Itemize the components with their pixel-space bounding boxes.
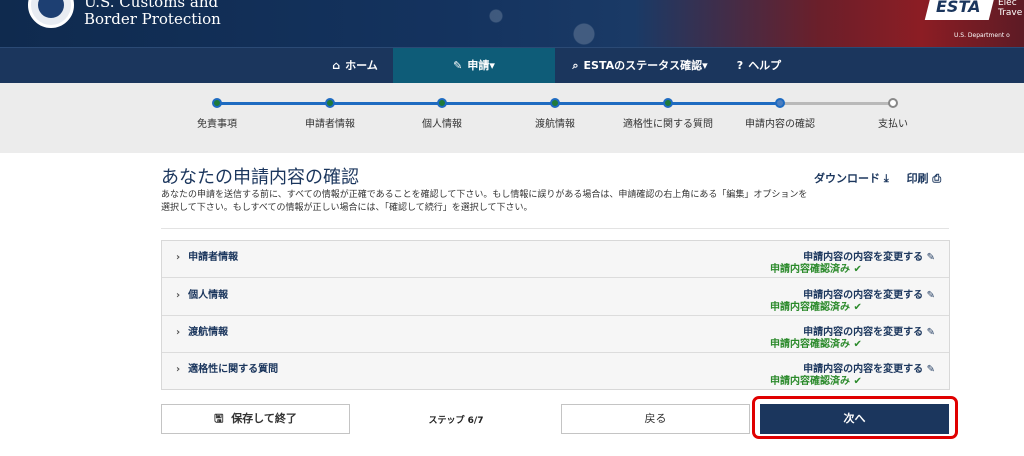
chevron-right-icon: › (176, 327, 181, 338)
step-label-payment: 支払い (878, 119, 908, 130)
step-label-eligibility: 適格性に関する質問 (623, 119, 713, 130)
page-title: あなたの申請内容の確認 (161, 167, 359, 188)
nav-home-label: ホーム (345, 59, 378, 72)
section-personal[interactable]: › 個人情報 申請内容の内容を変更する ✎ 申請内容確認済み ✔ (162, 279, 949, 316)
verified-status: 申請内容確認済み ✔ (770, 335, 862, 350)
page-description: あなたの申請を送信する前に、すべての情報が正確であることを確認して下さい。もし情… (161, 189, 821, 215)
pencil-icon: ✎ (926, 327, 935, 338)
review-sections: › 申請者情報 申請内容の内容を変更する ✎ 申請内容確認済み ✔ › 個人情報 申… (161, 240, 950, 390)
verified-status: 申請内容確認済み ✔ (770, 298, 862, 313)
home-icon: ⌂ (332, 59, 341, 72)
esta-dept-text: U.S. Department o (954, 32, 1010, 39)
step-label-personal: 個人情報 (422, 119, 462, 130)
dhs-seal-logo[interactable] (28, 0, 74, 28)
nav-help[interactable]: ? ヘルプ (726, 48, 792, 83)
step-dot-disclaimer (212, 98, 222, 108)
verified-status-label: 申請内容確認済み (770, 302, 850, 313)
back-label: 戻る (644, 412, 667, 425)
section-title: › 個人情報 (176, 286, 228, 301)
pencil-icon: ✎ (926, 290, 935, 301)
page-description-line2: 選択して下さい。もしすべての情報が正しい場合には、「確認して続行」を選択して下さ… (161, 203, 533, 213)
progress-track-complete (217, 102, 780, 105)
esta-logo-text: ESTA (936, 0, 981, 16)
agency-name-line2: Border Protection (84, 10, 221, 28)
download-link[interactable]: ダウンロード ⤓ (814, 172, 889, 185)
nav-help-label: ヘルプ (748, 59, 782, 72)
step-label-applicant: 申請者情報 (305, 119, 355, 130)
pencil-icon: ✎ (926, 252, 935, 263)
download-label: ダウンロード (814, 172, 880, 185)
step-label-disclaimer: 免責事項 (197, 119, 237, 130)
main-nav: ⌂ ホーム ✎ 申請▾ ⌕ ESTAのステータス確認▾ ? ヘルプ (0, 47, 1024, 83)
page-description-line1: あなたの申請を送信する前に、すべての情報が正確であることを確認して下さい。もし情… (161, 190, 808, 200)
step-dot-travel (550, 98, 560, 108)
check-icon: ✔ (853, 302, 862, 313)
chevron-right-icon: › (176, 290, 181, 301)
chevron-right-icon: › (176, 364, 181, 375)
save-and-exit-label: 保存して終了 (231, 412, 297, 425)
verified-status: 申請内容確認済み ✔ (770, 372, 862, 387)
progress-tracker: 免責事項 申請者情報 個人情報 渡航情報 適格性に関する質問 申請内容の確認 支… (0, 83, 1024, 153)
header-banner: U.S. Customs and Border Protection ESTA … (0, 0, 1024, 47)
section-title: › 適格性に関する質問 (176, 360, 278, 375)
pencil-icon: ✎ (926, 364, 935, 375)
nav-status-label: ESTAのステータス確認 (583, 59, 703, 72)
help-circle-icon: ? (736, 59, 744, 72)
section-title-label: 個人情報 (188, 290, 229, 301)
step-dot-review (775, 98, 785, 108)
nav-home[interactable]: ⌂ ホーム (318, 48, 392, 83)
check-icon: ✔ (853, 339, 862, 350)
section-title-label: 申請者情報 (188, 252, 239, 263)
step-label-travel: 渡航情報 (535, 119, 575, 130)
progress-track-remaining (780, 102, 893, 105)
nav-apply-label: 申請 (467, 59, 490, 72)
step-dot-applicant (325, 98, 335, 108)
step-dot-personal (437, 98, 447, 108)
print-label: 印刷 (906, 172, 929, 185)
chevron-down-icon: ▾ (702, 59, 708, 72)
step-counter: ステップ 6/7 (428, 416, 484, 426)
next-label: 次へ (843, 412, 866, 425)
printer-icon: ⎙ (932, 172, 942, 185)
nav-apply[interactable]: ✎ 申請▾ (393, 48, 555, 83)
section-travel[interactable]: › 渡航情報 申請内容の内容を変更する ✎ 申請内容確認済み ✔ (162, 316, 949, 353)
step-dot-eligibility (663, 98, 673, 108)
section-title: › 渡航情報 (176, 323, 228, 338)
verified-status: 申請内容確認済み ✔ (770, 260, 862, 275)
esta-logo-side-line1: Elec (998, 0, 1017, 8)
chevron-right-icon: › (176, 252, 181, 263)
download-icon: ⤓ (883, 172, 889, 185)
flag-decoration (430, 0, 650, 47)
section-applicant[interactable]: › 申請者情報 申請内容の内容を変更する ✎ 申請内容確認済み ✔ (162, 241, 949, 278)
floppy-disk-icon: 🖫 (214, 412, 224, 425)
section-title-label: 適格性に関する質問 (188, 364, 279, 375)
esta-logo-side-line2: Trave (998, 8, 1023, 18)
esta-logo[interactable]: ESTA Elec Trave U.S. Department o (924, 0, 1024, 39)
verified-status-label: 申請内容確認済み (770, 339, 850, 350)
section-eligibility[interactable]: › 適格性に関する質問 申請内容の内容を変更する ✎ 申請内容確認済み ✔ (162, 353, 949, 390)
agency-name[interactable]: U.S. Customs and Border Protection (84, 0, 221, 28)
search-icon: ⌕ (572, 59, 579, 72)
back-button[interactable]: 戻る (561, 404, 750, 434)
verified-status-label: 申請内容確認済み (770, 264, 850, 275)
verified-status-label: 申請内容確認済み (770, 376, 850, 387)
page-tools: ダウンロード ⤓ 印刷 ⎙ (814, 170, 955, 186)
check-icon: ✔ (853, 264, 862, 275)
section-title: › 申請者情報 (176, 248, 238, 263)
step-label-review: 申請内容の確認 (745, 119, 815, 130)
save-and-exit-button[interactable]: 🖫 保存して終了 (161, 404, 350, 434)
section-title-label: 渡航情報 (188, 327, 229, 338)
print-link[interactable]: 印刷 ⎙ (907, 172, 942, 185)
nav-status[interactable]: ⌕ ESTAのステータス確認▾ (565, 48, 715, 83)
divider (161, 228, 949, 229)
check-icon: ✔ (853, 376, 862, 387)
chevron-down-icon: ▾ (489, 59, 495, 72)
step-dot-payment (888, 98, 898, 108)
pencil-icon: ✎ (453, 59, 463, 72)
next-button[interactable]: 次へ (760, 404, 949, 434)
